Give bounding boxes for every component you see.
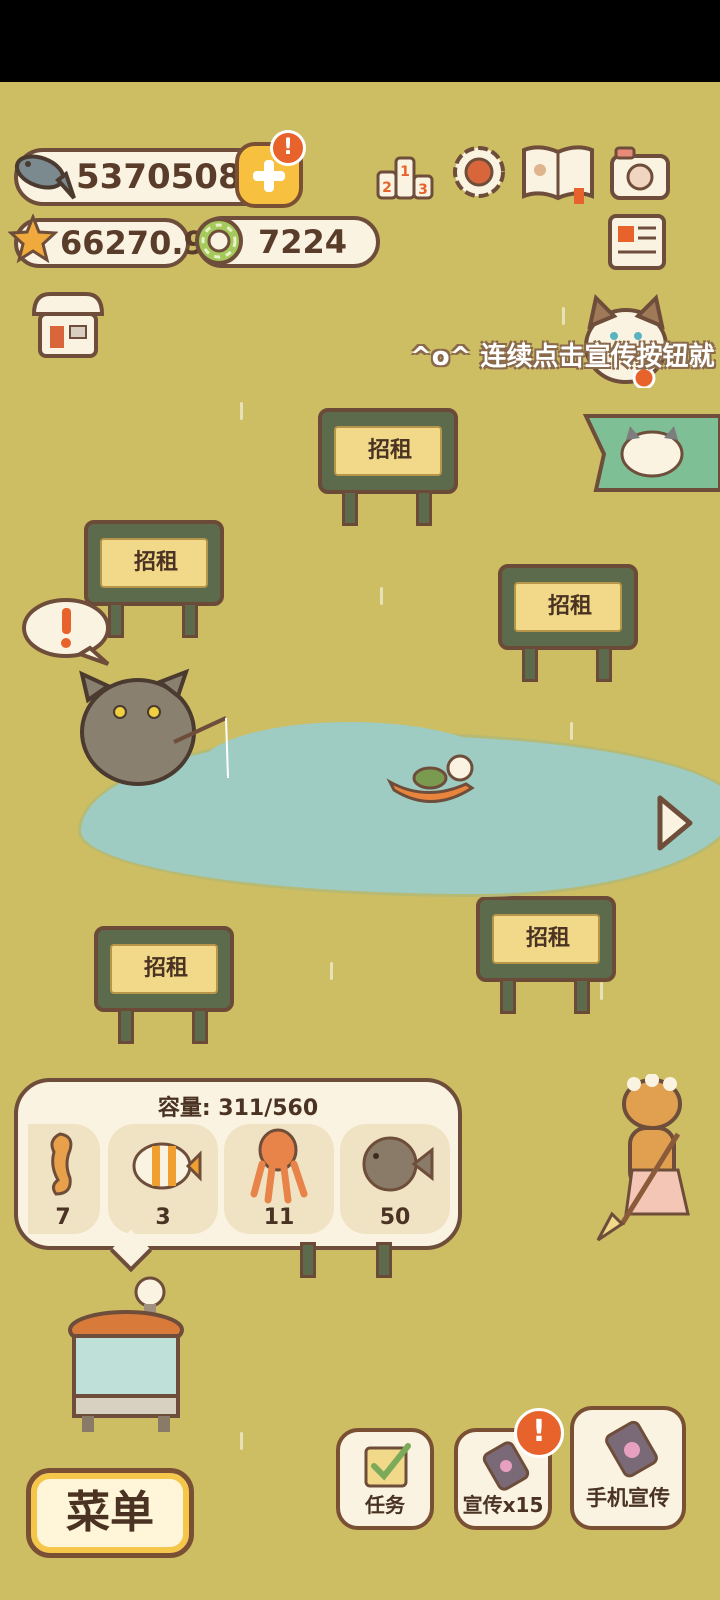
main-menu-button[interactable]: 菜单 [26, 1468, 194, 1558]
rental-plot-sign[interactable]: 招租 [94, 926, 234, 1046]
game-field[interactable]: 5370508 ! 66270.9 7224 2 1 3 ^o^ 连续点击宣传按… [0, 82, 720, 1600]
rental-plot-sign[interactable]: 招租 [476, 896, 616, 1016]
fish-currency-value: 5370508 [76, 157, 242, 197]
fish-count: 7 [55, 1205, 71, 1230]
rain-drop [240, 402, 243, 420]
seahorse-icon [50, 1132, 73, 1196]
fish-count: 3 [155, 1205, 171, 1230]
fish-count: 50 [379, 1205, 411, 1230]
rental-plot-sign[interactable]: 招租 [498, 564, 638, 684]
rain-drop [330, 962, 333, 980]
plot-label: 招租 [143, 956, 188, 981]
storage-capacity-label: 容量: 311/560 [157, 1096, 319, 1121]
stored-fish-list[interactable]: 7 3 11 50 [28, 1124, 452, 1236]
sign-leg [376, 1242, 392, 1278]
task-checklist-icon [364, 1443, 411, 1488]
lifebuoy-icon [195, 217, 243, 265]
promotion-tip-marquee: ^o^ 连续点击宣传按钮就 [410, 342, 715, 372]
rain-drop [380, 587, 383, 605]
add-currency-alert-badge: ! [270, 130, 306, 166]
newspaper-icon[interactable] [606, 212, 668, 272]
exclamation-speech-bubble-icon[interactable] [20, 596, 116, 668]
dragon-boat-icon[interactable] [386, 748, 478, 808]
shop-icon[interactable] [30, 290, 106, 360]
rain-drop [570, 722, 573, 740]
rain-drop [240, 1432, 243, 1450]
plot-label: 招租 [367, 438, 412, 463]
svg-text:1: 1 [400, 164, 410, 180]
star-icon [8, 214, 58, 264]
phone-icon [605, 1420, 658, 1478]
plot-label: 招租 [133, 550, 178, 575]
settings-gear-icon[interactable] [448, 140, 510, 204]
svg-text:2: 2 [382, 180, 392, 196]
fishing-cat-icon[interactable] [74, 668, 244, 798]
fish-count: 11 [263, 1205, 295, 1230]
ring-currency-value: 7224 [258, 223, 348, 261]
stored-fish-slot[interactable]: 50 [340, 1124, 450, 1234]
plot-label: 招租 [547, 594, 592, 619]
rain-drop [562, 307, 565, 325]
sign-leg [300, 1242, 316, 1278]
cat-album-book-icon[interactable] [518, 140, 598, 206]
promote-x15-label: 宣传x15 [462, 1493, 544, 1517]
fish-storage-panel: 容量: 311/560 7 3 11 50 [14, 1078, 462, 1250]
main-menu-label: 菜单 [66, 1487, 154, 1538]
next-area-arrow-icon[interactable] [650, 792, 696, 854]
sweeping-cat-icon[interactable] [592, 1074, 710, 1244]
status-bar [0, 0, 720, 82]
phone-promote-label: 手机宣传 [586, 1486, 670, 1510]
cat-flag-banner[interactable] [582, 412, 720, 494]
tasks-label: 任务 [365, 1493, 405, 1517]
promote-alert-badge: ! [514, 1408, 564, 1458]
leaderboard-icon[interactable]: 2 1 3 [374, 144, 436, 204]
stored-fish-slot[interactable]: 3 [108, 1124, 218, 1234]
plot-label: 招租 [525, 926, 570, 951]
rental-plot-sign[interactable]: 招租 [318, 408, 458, 528]
fish-tank-icon[interactable] [64, 1276, 188, 1436]
tasks-button[interactable]: 任务 [336, 1428, 434, 1530]
stored-fish-slot[interactable]: 11 [224, 1124, 334, 1234]
fish-icon [14, 154, 76, 200]
squid-icon [250, 1128, 308, 1204]
pufferfish-icon [362, 1136, 434, 1192]
camera-icon[interactable] [608, 144, 672, 202]
butterflyfish-icon [132, 1142, 202, 1190]
star-currency-value: 66270.9 [60, 224, 206, 262]
stored-fish-slot[interactable]: 7 [28, 1124, 100, 1234]
svg-text:3: 3 [418, 182, 428, 198]
phone-promote-button[interactable]: 手机宣传 [570, 1406, 686, 1530]
